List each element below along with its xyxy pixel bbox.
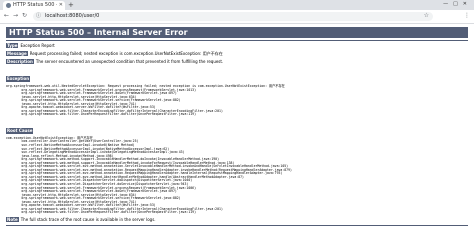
type-value: Exception Report (20, 43, 55, 48)
close-tab-icon[interactable]: ✕ (59, 2, 63, 9)
note-value: The full stack trace of the root cause i… (20, 216, 156, 222)
note-label: Note (6, 216, 19, 222)
page-title: HTTP Status 500 – Internal Server Error (6, 27, 468, 38)
exception-trace: org.springframework.web.util.NestedServl… (6, 84, 468, 117)
trace-line: org.springframework.web.filter.OncePerRe… (6, 210, 196, 215)
address-bar[interactable]: ⓘ localhost:8080/user/0 ☆ (33, 12, 433, 21)
back-icon[interactable]: ← (4, 12, 9, 20)
root-cause-trace: com.exception.UserNotExistException: 用户不… (6, 136, 468, 215)
browser-toolbar: ← → ↻ ⓘ localhost:8080/user/0 ☆ ⋮ (0, 10, 474, 24)
divider (6, 224, 468, 226)
exception-label: Exception (6, 76, 31, 82)
favicon-icon (6, 3, 11, 8)
message-label: Message (6, 51, 28, 56)
menu-icon[interactable]: ⋮ (464, 12, 470, 20)
description-row: Description The server encountered an une… (6, 59, 468, 65)
browser-tab[interactable]: HTTP Status 500 – Internal Ser ✕ (3, 1, 65, 10)
url-text[interactable]: localhost:8080/user/0 (45, 13, 99, 20)
note-row: Note The full stack trace of the root cau… (6, 216, 468, 223)
root-cause-label: Root Cause (6, 127, 34, 134)
tab-title: HTTP Status 500 – Internal Ser (13, 2, 57, 8)
description-value: The server encountered an unexpected con… (35, 59, 224, 64)
new-tab-icon[interactable]: + (68, 1, 74, 9)
reload-icon[interactable]: ↻ (22, 12, 27, 20)
description-label: Description (6, 59, 34, 64)
bookmark-star-icon[interactable]: ☆ (424, 12, 429, 20)
divider (6, 40, 468, 41)
type-row: Type Exception Report (6, 43, 468, 49)
window-controls[interactable]: —□✕ (443, 1, 472, 8)
message-value: Request processing failed; nested except… (29, 51, 223, 56)
trace-line: org.springframework.web.filter.OncePerRe… (6, 112, 196, 117)
type-label: Type (6, 43, 19, 48)
info-icon[interactable]: ⓘ (36, 13, 41, 20)
browser-titlebar: HTTP Status 500 – Internal Ser ✕ + —□✕ (0, 0, 474, 10)
forward-icon[interactable]: → (13, 12, 18, 20)
message-row: Message Request processing failed; nested… (6, 51, 468, 57)
page-content: HTTP Status 500 – Internal Server Error … (0, 24, 474, 251)
